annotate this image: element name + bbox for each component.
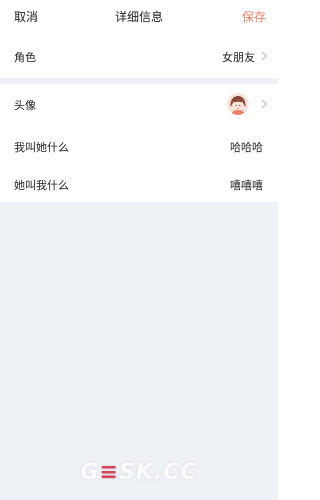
- she-calls-me-label: 她叫我什么: [14, 179, 69, 192]
- she-calls-me-row[interactable]: 她叫我什么 嘻嘻嘻: [0, 166, 278, 202]
- chevron-right-icon: [261, 51, 267, 61]
- watermark-logo: G≡SK.CC: [80, 460, 198, 485]
- i-call-her-row[interactable]: 我叫她什么 哈哈哈: [0, 128, 278, 164]
- save-button[interactable]: 保存: [242, 8, 266, 25]
- role-section: 角色 女朋友: [0, 34, 278, 78]
- chevron-right-icon: [261, 99, 267, 109]
- profile-section: 头像 我叫她什么 哈哈哈 她叫我什么 嘻嘻嘻: [0, 84, 278, 202]
- role-row[interactable]: 角色 女朋友: [0, 34, 278, 78]
- role-value: 女朋友: [222, 51, 255, 64]
- girl-avatar-icon: [227, 93, 249, 115]
- i-call-her-value: 哈哈哈: [230, 141, 263, 154]
- avatar-row[interactable]: 头像: [0, 84, 278, 124]
- role-label: 角色: [14, 51, 36, 64]
- avatar-label: 头像: [14, 99, 36, 112]
- she-calls-me-value: 嘻嘻嘻: [230, 179, 263, 192]
- header-bar: 取消 详细信息 保存: [0, 0, 278, 34]
- page-title: 详细信息: [114, 10, 163, 24]
- i-call-her-label: 我叫她什么: [14, 141, 69, 154]
- detail-page: 取消 详细信息 保存 角色 女朋友 头像 我叫她什么 哈哈哈 她叫我什么 嘻嘻嘻…: [0, 0, 278, 500]
